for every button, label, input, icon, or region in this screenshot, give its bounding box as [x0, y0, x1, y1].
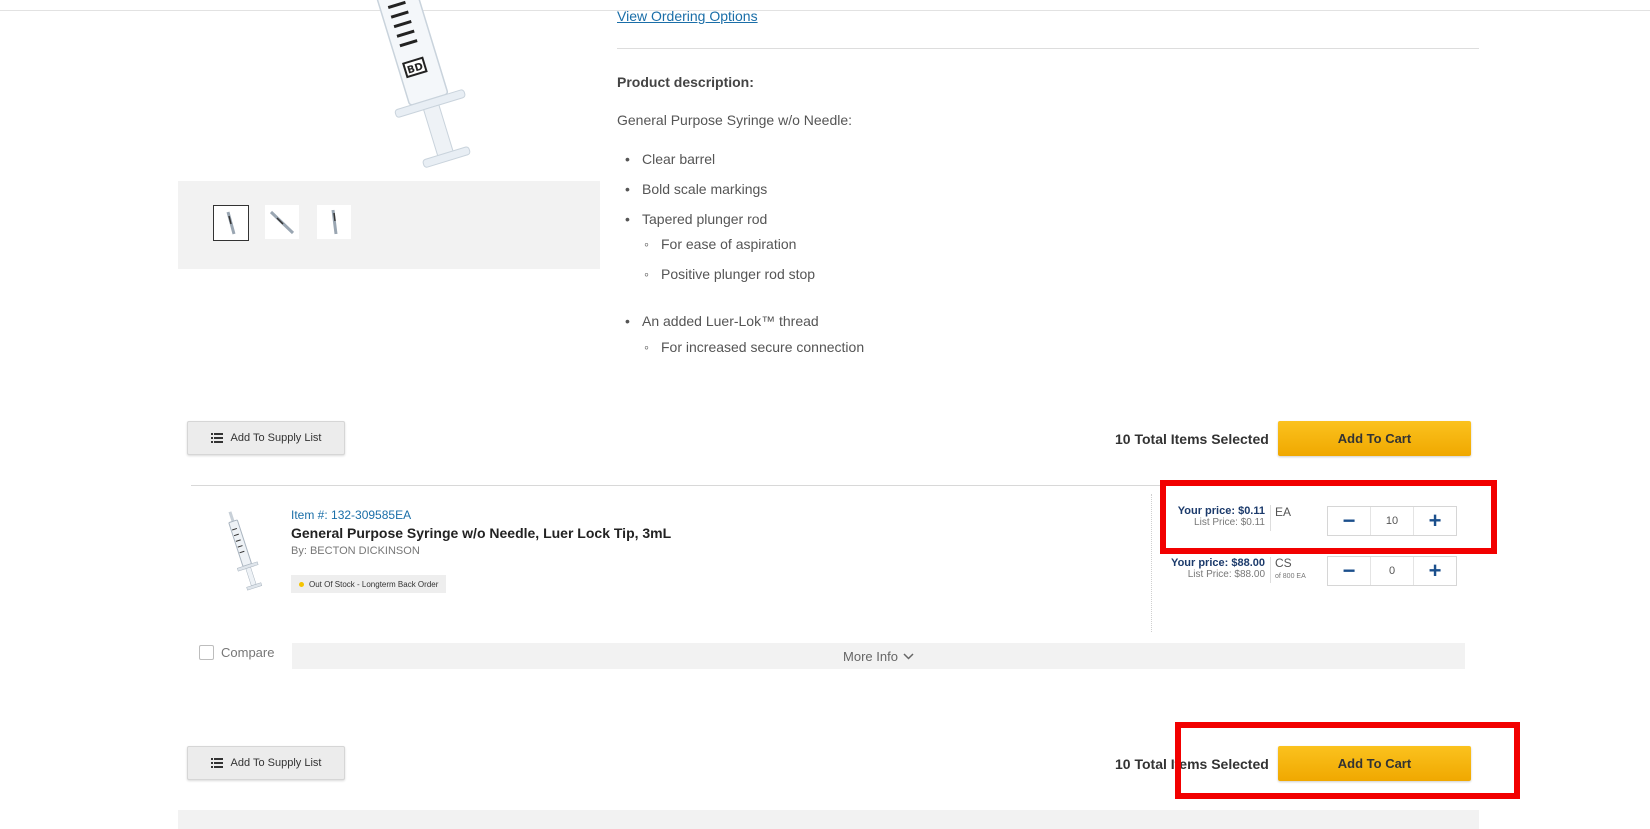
syringe-icon [226, 211, 236, 235]
product-title[interactable]: General Purpose Syringe w/o Needle, Luer… [291, 525, 671, 541]
manufacturer: By: BECTON DICKINSON [291, 545, 420, 557]
your-price: Your price: $0.11 [1177, 505, 1265, 517]
decrement-button[interactable]: − [1328, 507, 1370, 535]
unit-of-measure-detail: of 800 EA [1275, 573, 1306, 580]
description-sub-bullet: For increased secure connection [644, 339, 864, 355]
description-sub-bullet: For ease of aspiration [644, 236, 796, 252]
add-to-cart-button[interactable]: Add To Cart [1278, 746, 1471, 781]
syringe-icon [331, 209, 338, 235]
compare-checkbox[interactable] [199, 645, 214, 660]
your-price: Your price: $88.00 [1171, 557, 1265, 569]
stock-status-text: Out Of Stock - Longterm Back Order [309, 579, 439, 589]
description-sub-bullet: Positive plunger rod stop [644, 266, 815, 282]
total-items-selected: 10 Total Items Selected [1115, 431, 1269, 447]
stock-status-badge: Out Of Stock - Longterm Back Order [291, 575, 447, 593]
quantity-stepper-ea: − 10 + [1327, 506, 1457, 536]
add-to-supply-list-button[interactable]: Add To Supply List [187, 746, 345, 780]
add-to-cart-button[interactable]: Add To Cart [1278, 421, 1471, 456]
add-to-supply-list-button[interactable]: Add To Supply List [187, 421, 345, 455]
description-intro: General Purpose Syringe w/o Needle: [617, 112, 853, 128]
price-column-divider [1151, 494, 1152, 632]
next-section-panel [178, 810, 1479, 829]
quantity-input[interactable]: 10 [1370, 507, 1414, 535]
stock-dot-icon [299, 581, 304, 587]
description-bullet: An added Luer-Lok™ thread [625, 313, 819, 329]
price-ea: Your price: $0.11 List Price: $0.11 [1155, 505, 1265, 528]
item-number[interactable]: Item #: 132-309585EA [291, 508, 411, 522]
list-icon [210, 758, 223, 768]
increment-button[interactable]: + [1414, 507, 1456, 535]
total-items-selected: 10 Total Items Selected [1115, 756, 1269, 772]
unit-of-measure: CS [1275, 556, 1292, 570]
description-divider [617, 48, 1479, 49]
unit-of-measure: EA [1275, 505, 1292, 519]
list-price: List Price: $88.00 [1187, 569, 1265, 580]
description-bullet: Bold scale markings [625, 181, 767, 197]
thumbnail-strip [178, 181, 600, 269]
view-ordering-options-link[interactable]: View Ordering Options [617, 8, 758, 24]
thumbnail-syringe-side[interactable] [317, 205, 351, 239]
product-main-image: BD [374, 0, 471, 168]
compare-label: Compare [221, 645, 275, 660]
add-to-cart-label: Add To Cart [1337, 756, 1412, 771]
list-icon [210, 433, 223, 443]
list-price: List Price: $0.11 [1194, 517, 1265, 528]
supply-list-label: Add To Supply List [230, 757, 322, 769]
description-bullet: Clear barrel [625, 151, 715, 167]
add-to-cart-label: Add To Cart [1337, 431, 1412, 446]
uom-separator [1270, 557, 1271, 583]
price-cs: Your price: $88.00 List Price: $88.00 [1155, 557, 1265, 580]
quantity-input[interactable]: 0 [1370, 557, 1414, 585]
header-divider [0, 10, 1650, 11]
thumbnail-syringe-front[interactable] [213, 205, 249, 241]
decrement-button[interactable]: − [1328, 557, 1370, 585]
product-row-divider [191, 485, 1464, 486]
product-thumbnail[interactable] [220, 505, 270, 595]
quantity-stepper-cs: − 0 + [1327, 556, 1457, 586]
increment-button[interactable]: + [1414, 557, 1456, 585]
supply-list-label: Add To Supply List [230, 432, 322, 444]
description-bullet: Tapered plunger rod [625, 211, 767, 227]
more-info-toggle[interactable]: More Info [292, 643, 1465, 669]
more-info-label: More Info [843, 648, 898, 664]
syringe-icon [269, 210, 295, 235]
thumbnail-syringe-angled[interactable] [265, 205, 299, 239]
uom-separator [1270, 505, 1271, 531]
description-heading: Product description: [617, 74, 754, 90]
chevron-down-icon [903, 652, 914, 660]
